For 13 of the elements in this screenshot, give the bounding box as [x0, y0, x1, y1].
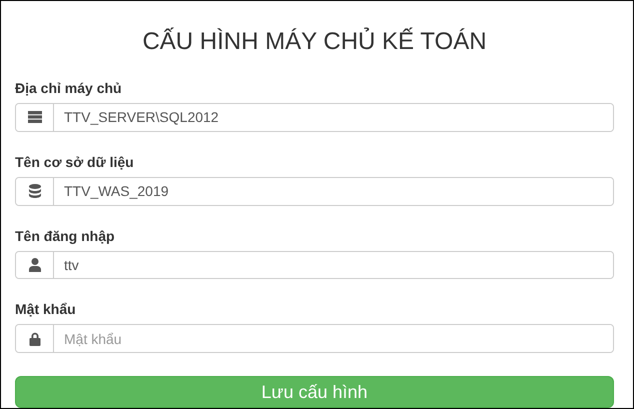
server-icon: [28, 111, 42, 124]
input-field[interactable]: TTV_WAS_2019: [15, 176, 614, 206]
input-field[interactable]: ttv: [15, 250, 614, 280]
input-field[interactable]: TTV_SERVER\SQL2012: [15, 103, 614, 132]
field-label: Địa chỉ máy chủ: [15, 79, 122, 97]
page-title: CẤU HÌNH MÁY CHỦ KẾ TOÁN: [141, 27, 488, 57]
input-field[interactable]: Mật khẩu: [15, 324, 614, 354]
lock-icon: [28, 332, 40, 346]
field-label: Tên đăng nhập: [15, 226, 115, 245]
field-label: Tên cơ sở dữ liệu: [15, 152, 134, 171]
user-icon: [28, 258, 40, 272]
database-icon: [28, 184, 40, 198]
field-label: Mật khẩu: [15, 300, 76, 318]
